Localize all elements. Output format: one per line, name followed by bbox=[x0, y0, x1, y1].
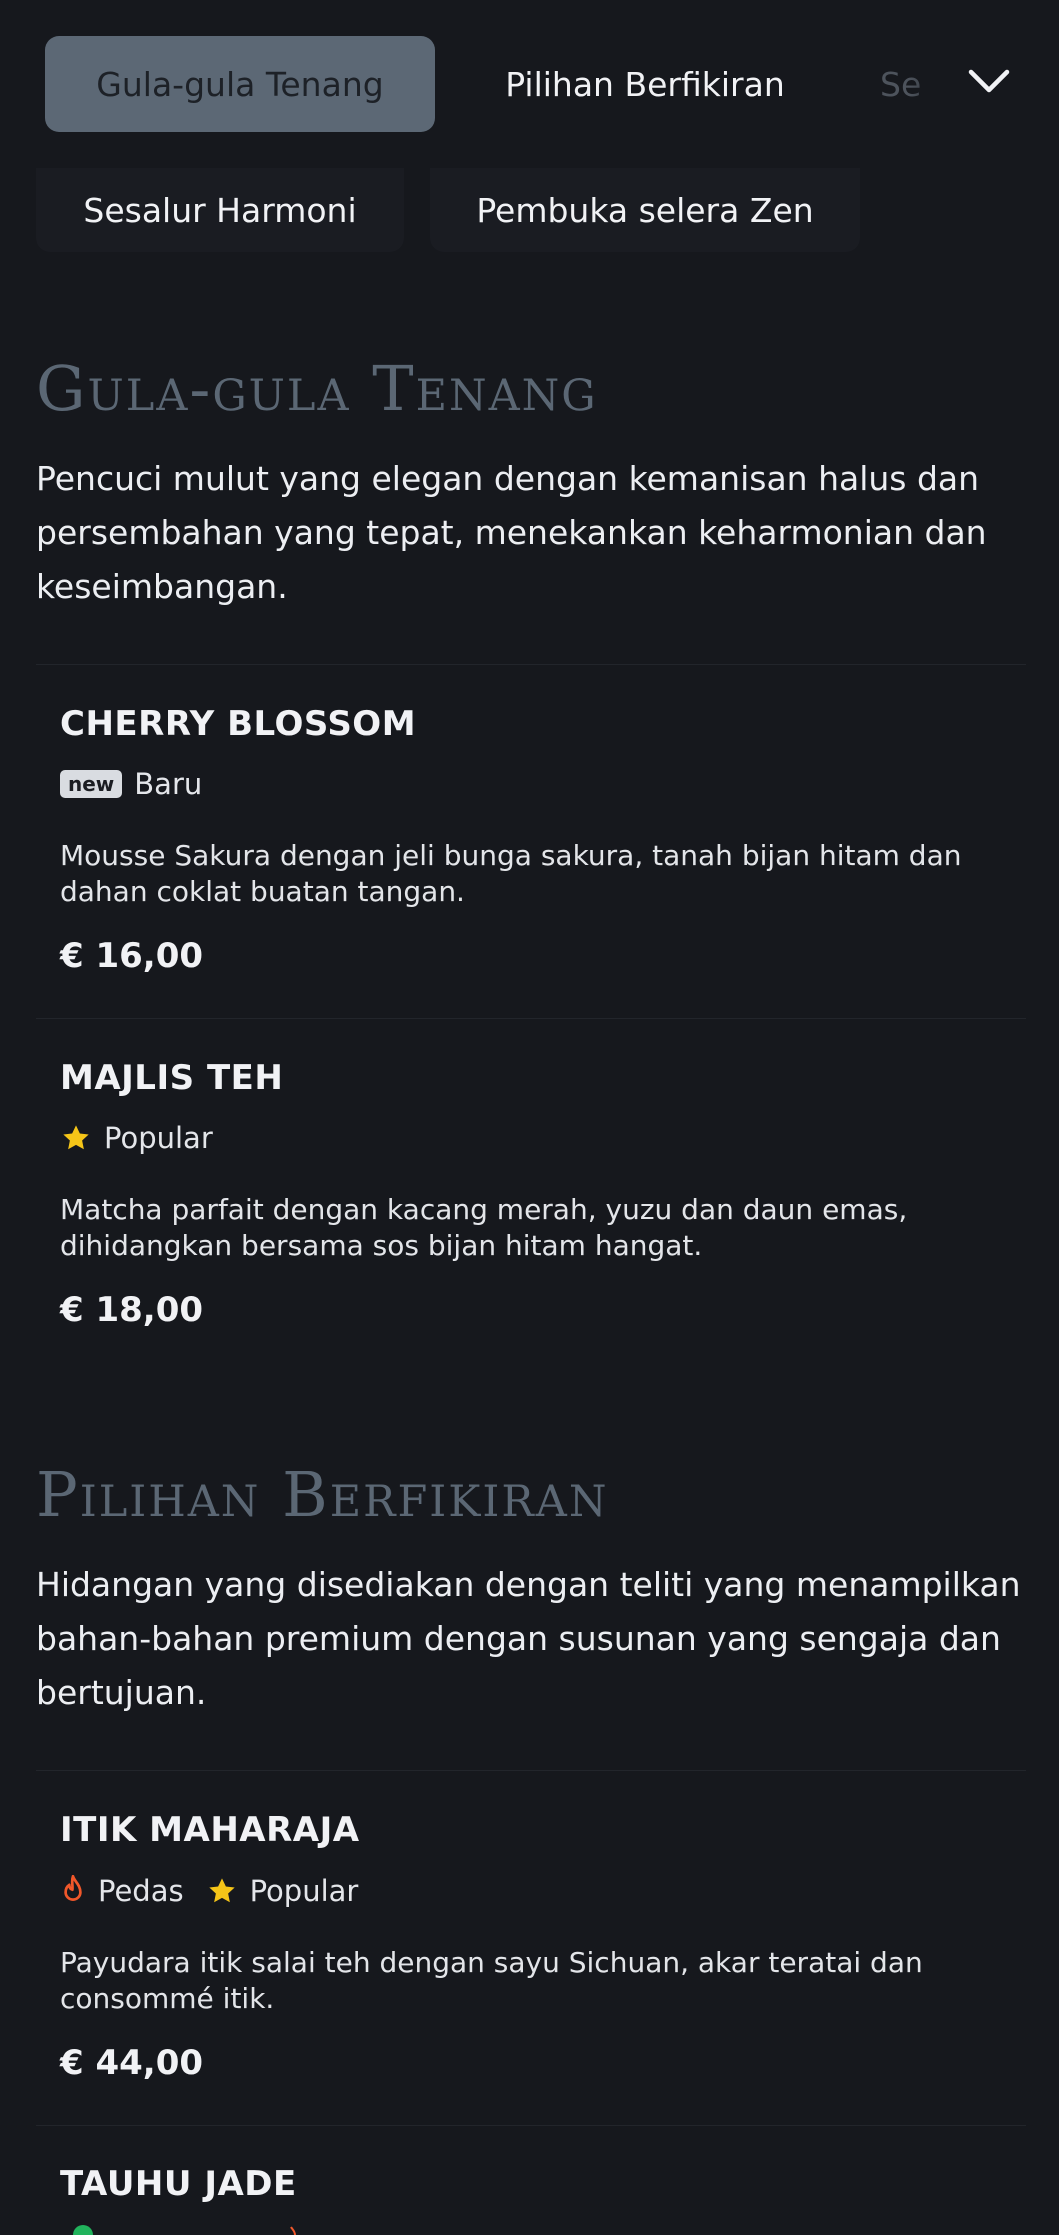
tag-new: new Baru bbox=[60, 767, 202, 801]
item-name: MAJLIS TEH bbox=[60, 1058, 284, 1098]
flame-icon bbox=[64, 1875, 82, 1901]
tag-popular: Popular bbox=[60, 1121, 213, 1155]
tag-spicy: Pedas bbox=[60, 1874, 184, 1908]
tab-gula-gula-tenang[interactable]: Gula-gula Tenang bbox=[45, 36, 435, 132]
star-icon bbox=[208, 1878, 235, 1903]
divider bbox=[36, 664, 1026, 665]
star-icon bbox=[63, 1125, 89, 1150]
section-title: Pilihan Berfikiran bbox=[36, 1458, 609, 1531]
divider bbox=[36, 2125, 1026, 2126]
new-badge-icon: new bbox=[60, 770, 123, 798]
divider bbox=[36, 1770, 1026, 1771]
item-name: CHERRY BLOSSOM bbox=[60, 704, 417, 744]
category-bar: Gula-gula Tenang Pilihan Berfikiran Se bbox=[0, 0, 1059, 168]
leaf-icon bbox=[73, 2225, 93, 2235]
item-price: € 18,00 bbox=[60, 1290, 204, 1330]
tag-popular: Popular bbox=[206, 1874, 359, 1908]
item-description: Matcha parfait dengan kacang merah, yuzu… bbox=[60, 1193, 908, 1262]
tab-pilihan-berfikiran[interactable]: Pilihan Berfikiran bbox=[470, 36, 820, 132]
tag-label: Popular bbox=[104, 1121, 213, 1155]
section-description: Pencuci mulut yang elegan dengan kemanis… bbox=[36, 459, 987, 606]
item-price: € 16,00 bbox=[60, 936, 204, 976]
section-description: Hidangan yang disediakan dengan teliti y… bbox=[36, 1565, 1021, 1712]
tab-sesalur-harmoni[interactable]: Sesalur Harmoni bbox=[36, 168, 404, 252]
item-description: Payudara itik salai teh dengan sayu Sich… bbox=[60, 1946, 923, 2015]
menu-page: Gula-gula Tenang Pilihan Berfikiran Se S… bbox=[0, 0, 1059, 2235]
item-tags: Pedas Popular bbox=[60, 1873, 380, 1909]
flame-icon bbox=[290, 2226, 296, 2235]
category-tabs-row-2: Sesalur Harmoni Pembuka selera Zen bbox=[0, 168, 1059, 252]
item-price: € 44,00 bbox=[60, 2043, 204, 2083]
item-name: TAUHU JADE bbox=[60, 2164, 297, 2204]
item-tags: Popular bbox=[60, 1120, 235, 1156]
divider bbox=[36, 1018, 1026, 1019]
tab-pembuka-selera-zen[interactable]: Pembuka selera Zen bbox=[430, 168, 860, 252]
tag-label: Pedas bbox=[98, 1874, 184, 1908]
tag-label: Baru bbox=[134, 767, 203, 801]
item-description: Mousse Sakura dengan jeli bunga sakura, … bbox=[60, 839, 962, 908]
category-tabs-row: Gula-gula Tenang Pilihan Berfikiran Se bbox=[0, 36, 1059, 132]
item-tags: new Baru bbox=[60, 766, 224, 802]
chevron-down-icon[interactable] bbox=[967, 66, 1011, 98]
item-name: ITIK MAHARAJA bbox=[60, 1810, 360, 1850]
section-title: Gula-gula Tenang bbox=[36, 352, 598, 425]
tag-label: Popular bbox=[249, 1874, 359, 1908]
